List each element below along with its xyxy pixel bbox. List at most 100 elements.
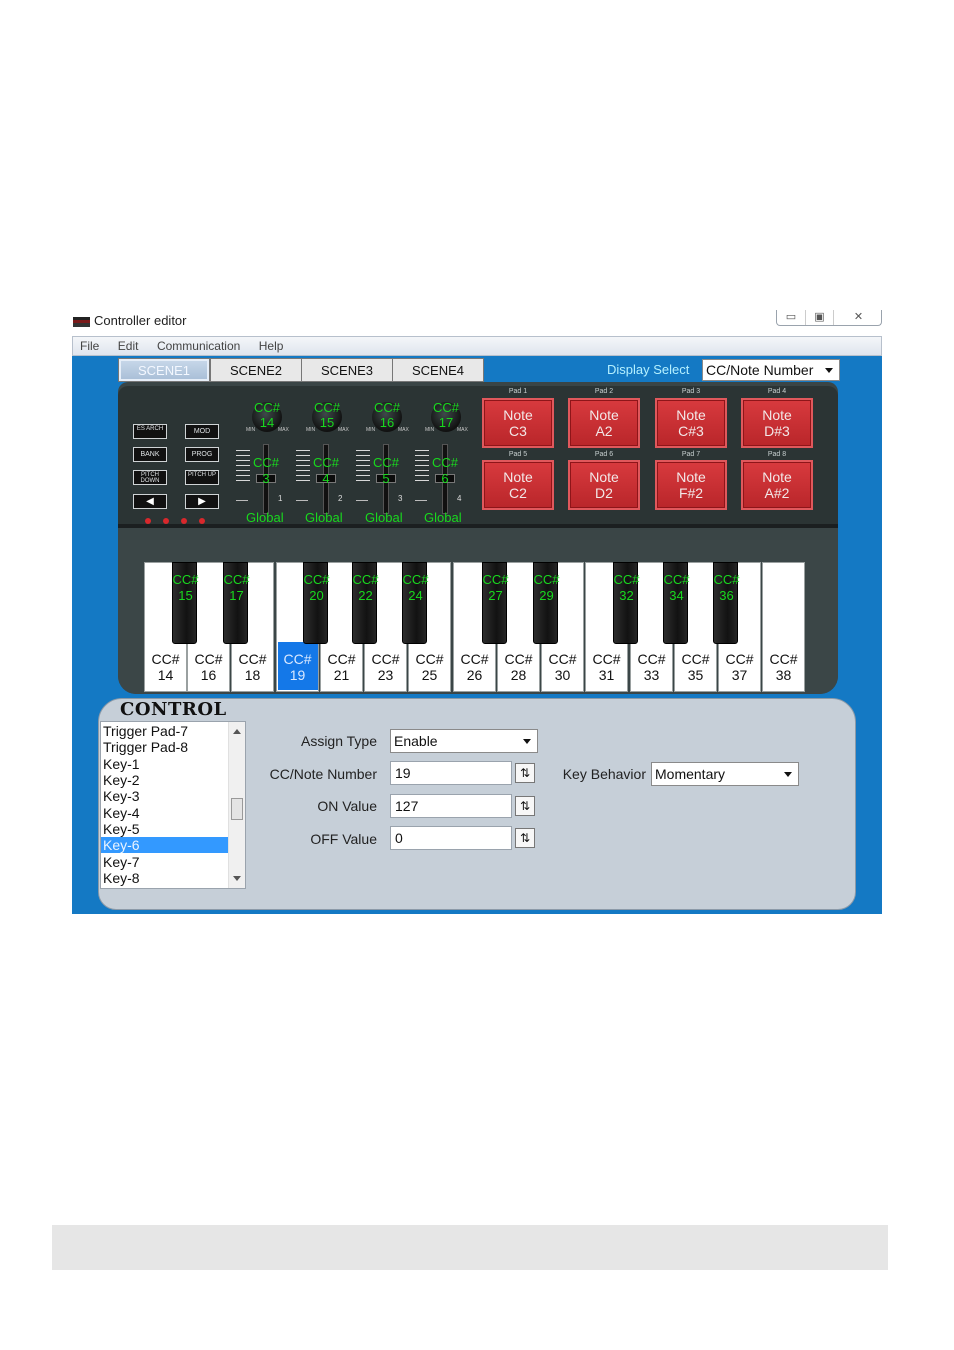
- chevron-down-icon: [784, 772, 792, 777]
- fader-global-label: Global: [305, 510, 343, 525]
- prog-button[interactable]: PROG: [185, 447, 219, 462]
- fader-2[interactable]: CC# 4 2: [296, 444, 342, 516]
- pitch-down-button[interactable]: PITCH DOWN: [133, 470, 167, 485]
- tab-scene1[interactable]: SCENE1: [118, 358, 210, 382]
- black-key[interactable]: CC# 29: [533, 562, 560, 644]
- menu-file[interactable]: File: [73, 337, 106, 353]
- pad-2[interactable]: Note A2: [568, 398, 640, 448]
- fader-label: CC#: [312, 455, 339, 470]
- pad-4[interactable]: Note D#3: [741, 398, 813, 448]
- arrow-left-button[interactable]: ◀: [133, 494, 167, 509]
- list-item[interactable]: Trigger Pad-8: [101, 739, 228, 755]
- minimize-icon[interactable]: ▭: [777, 310, 805, 325]
- control-surface: [118, 386, 838, 528]
- pad-5[interactable]: Note C2: [482, 460, 554, 510]
- control-list[interactable]: Trigger Pad-7 Trigger Pad-8 Key-1 Key-2 …: [100, 721, 246, 889]
- list-item[interactable]: Key-1: [101, 756, 228, 772]
- fader-1[interactable]: CC# 3 1: [236, 444, 282, 516]
- list-item[interactable]: Key-3: [101, 788, 228, 804]
- black-key[interactable]: CC# 20: [303, 562, 330, 644]
- assign-type-label: Assign Type: [300, 733, 377, 749]
- menu-communication[interactable]: Communication: [150, 337, 247, 353]
- tab-scene4[interactable]: SCENE4: [392, 358, 484, 382]
- black-key[interactable]: CC# 34: [663, 562, 690, 644]
- black-key[interactable]: CC# 27: [482, 562, 509, 644]
- black-key[interactable]: CC# 24: [402, 562, 429, 644]
- menu-help[interactable]: Help: [252, 337, 291, 353]
- pad-label: Pad 5: [508, 451, 528, 458]
- knob-max-label: MAX: [457, 427, 468, 433]
- page-footer-bar: [52, 1225, 888, 1270]
- black-key[interactable]: CC# 36: [713, 562, 740, 644]
- tab-scene2[interactable]: SCENE2: [210, 358, 302, 382]
- black-key[interactable]: CC# 17: [223, 562, 250, 644]
- arrow-right-button[interactable]: ▶: [185, 494, 219, 509]
- pad-6[interactable]: Note D2: [568, 460, 640, 510]
- key-behavior-value: Momentary: [655, 766, 726, 782]
- list-item[interactable]: Key-4: [101, 805, 228, 821]
- cc-note-number-field[interactable]: 19: [390, 761, 512, 785]
- pad-7[interactable]: Note F#2: [655, 460, 727, 510]
- knob-label: CC#: [313, 400, 340, 415]
- off-value-label: OFF Value: [310, 831, 377, 847]
- list-item[interactable]: Key-5: [101, 821, 228, 837]
- off-value-field[interactable]: 0: [390, 826, 512, 850]
- knob-label: CC#: [373, 400, 400, 415]
- knob-4[interactable]: CC# 17 MIN MAX: [425, 399, 468, 435]
- fader-label: CC#: [431, 455, 458, 470]
- knob-3[interactable]: CC# 16 MIN MAX: [366, 399, 409, 435]
- off-value-stepper-icon[interactable]: ⇅: [515, 828, 535, 848]
- list-item[interactable]: Key-8: [101, 870, 228, 886]
- knob-1[interactable]: CC# 14 MIN MAX: [246, 399, 289, 435]
- assign-type-dropdown[interactable]: Enable: [390, 729, 538, 753]
- bank-button[interactable]: BANK: [133, 447, 167, 462]
- pad-label: Pad 7: [681, 451, 701, 458]
- fader-number: 4: [457, 494, 462, 503]
- fader-4[interactable]: CC# 6 4: [415, 444, 461, 516]
- menu-edit[interactable]: Edit: [111, 337, 146, 353]
- fader-global-label: Global: [365, 510, 403, 525]
- key-behavior-dropdown[interactable]: Momentary: [651, 762, 799, 786]
- knob-2[interactable]: CC# 15 MIN MAX: [306, 399, 349, 435]
- pad-label: Pad 3: [681, 388, 701, 395]
- led-indicator: [163, 518, 169, 524]
- led-indicator: [181, 518, 187, 524]
- pitch-up-button[interactable]: PITCH UP: [185, 470, 219, 485]
- fader-number: 2: [338, 494, 343, 503]
- display-select-dropdown[interactable]: CC/Note Number: [702, 359, 840, 381]
- black-key[interactable]: CC# 22: [352, 562, 379, 644]
- black-key[interactable]: CC# 32: [613, 562, 640, 644]
- led-indicator: [145, 518, 151, 524]
- fader-label: CC#: [372, 455, 399, 470]
- on-value-field[interactable]: 127: [390, 794, 512, 818]
- fader-global-label: Global: [424, 510, 462, 525]
- display-select-label: Display Select: [607, 362, 690, 377]
- es-button[interactable]: ES ARCH: [133, 424, 167, 439]
- fader-value: 6: [441, 471, 449, 486]
- scroll-down-icon[interactable]: [233, 876, 241, 881]
- pad-1[interactable]: Note C3: [482, 398, 554, 448]
- chevron-down-icon: [825, 368, 833, 373]
- fader-value: 4: [322, 471, 330, 486]
- close-icon[interactable]: ✕: [833, 310, 883, 325]
- list-item-selected[interactable]: Key-6: [101, 837, 228, 853]
- knob-label: CC#: [432, 400, 459, 415]
- fader-3[interactable]: CC# 5 3: [356, 444, 402, 516]
- list-item[interactable]: Key-7: [101, 854, 228, 870]
- maximize-icon[interactable]: ▣: [805, 310, 833, 325]
- pad-8[interactable]: Note A#2: [741, 460, 813, 510]
- knob-min-label: MIN: [425, 427, 435, 433]
- control-title: CONTROL: [120, 699, 227, 720]
- knob-min-label: MIN: [366, 427, 376, 433]
- fader-value: 3: [262, 471, 270, 486]
- black-key[interactable]: CC# 15: [172, 562, 199, 644]
- on-value-stepper-icon[interactable]: ⇅: [515, 796, 535, 816]
- white-key[interactable]: CC# 38: [762, 562, 805, 692]
- list-item[interactable]: Key-2: [101, 772, 228, 788]
- fader-number: 1: [278, 494, 283, 503]
- list-item[interactable]: Trigger Pad-7: [101, 723, 228, 739]
- pad-3[interactable]: Note C#3: [655, 398, 727, 448]
- tab-scene3[interactable]: SCENE3: [301, 358, 393, 382]
- fader-label: CC#: [252, 455, 279, 470]
- mod-button[interactable]: MOD: [185, 424, 219, 439]
